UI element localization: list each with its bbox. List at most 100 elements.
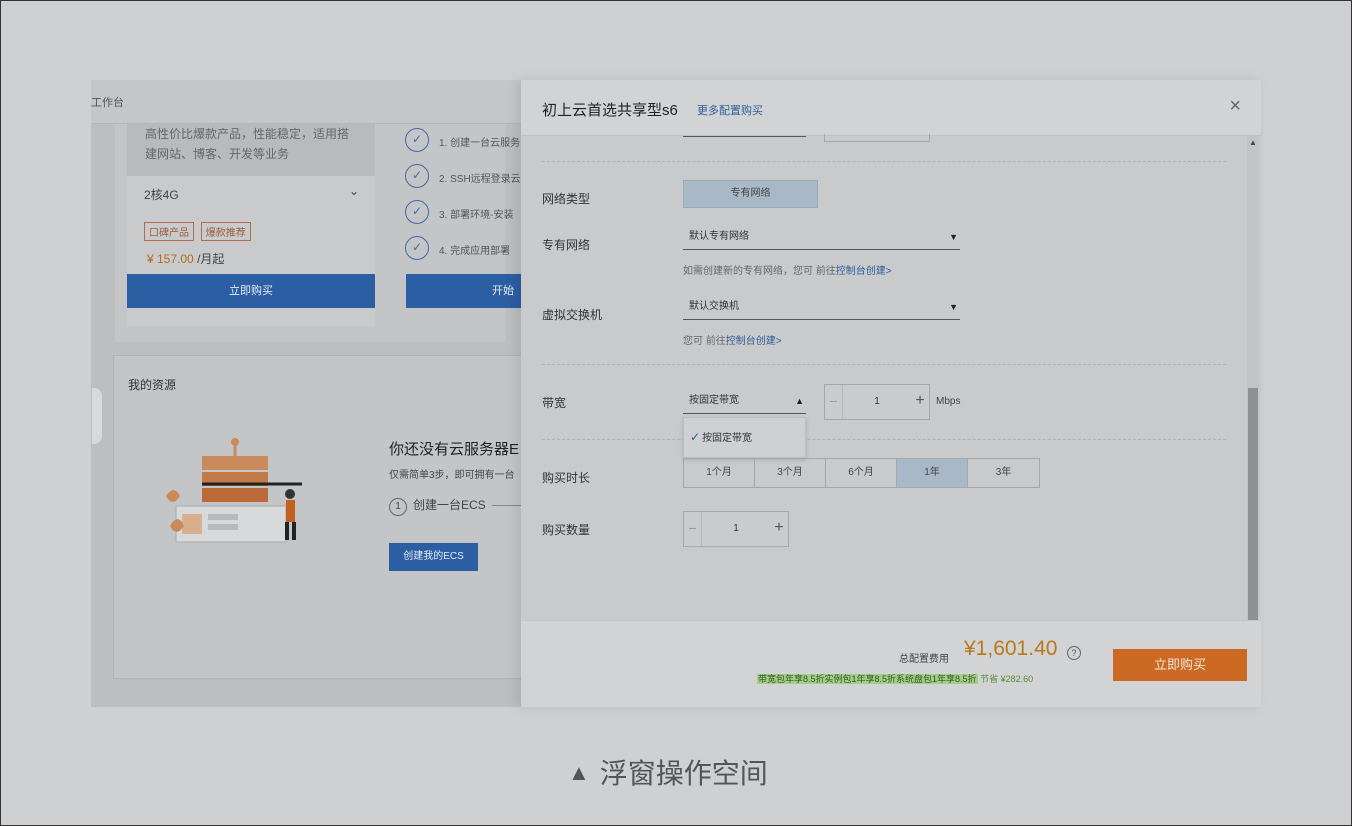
product-price: ¥ 157.00 /月起 (147, 250, 224, 267)
vswitch-hint: 您可 前往控制台创建> (683, 332, 782, 347)
check-circle-icon: ✓ (405, 200, 429, 224)
triangle-up-icon: ▲ (568, 760, 590, 785)
product-panel: 高性价比爆款产品，性能稳定，适用搭 建网站、博客、开发等业务 2核4G ⌄ 口碑… (127, 124, 375, 326)
duration-option[interactable]: 1个月 (684, 459, 755, 487)
caret-up-icon: ▲ (795, 396, 804, 406)
console-create-link[interactable]: 控制台创建> (726, 336, 782, 347)
step-item: ✓ 2. SSH远程登录云 (405, 160, 531, 196)
step-item: ✓ 1. 创建一台云服务 (405, 124, 531, 160)
step-label: 4. 完成应用部署 (439, 246, 511, 257)
chevron-down-icon: ⌄ (348, 184, 359, 198)
plus-icon[interactable]: + (911, 385, 929, 419)
total-label: 总配置费用 (899, 654, 949, 665)
duration-option[interactable]: 3年 (968, 459, 1039, 487)
resources-card: 我的资源 你还没有云服务器E 仅需简单3步，即可拥有一台 1 创建一台ECS 创建… (113, 355, 531, 679)
vswitch-select[interactable]: 默认交换机 ▼ (683, 296, 960, 320)
empty-title: 你还没有云服务器E (389, 441, 520, 458)
discount-info: 带宽包年享8.5折实例包1年享8.5折系统盘包1年享8.5折 节省 ¥282.6… (757, 672, 1033, 685)
product-card: 高性价比爆款产品，性能稳定，适用搭 建网站、博客、开发等业务 2核4G ⌄ 口碑… (115, 124, 521, 342)
scroll-thumb[interactable] (1248, 388, 1258, 620)
duration-option-selected[interactable]: 1年 (897, 459, 968, 487)
duration-selector: 1个月 3个月 6个月 1年 3年 (683, 458, 1040, 488)
resources-title: 我的资源 (128, 378, 177, 392)
buy-now-button[interactable]: 立即购买 (1113, 649, 1247, 681)
quantity-stepper[interactable]: − 1 + (683, 511, 789, 547)
duration-label: 购买时长 (542, 471, 591, 485)
bandwidth-value: 1 (874, 396, 880, 407)
total-price: ¥1,601.40 (964, 637, 1058, 660)
server-illustration-icon (166, 438, 302, 543)
bandwidth-mode-value: 按固定带宽 (689, 395, 739, 406)
purchase-drawer: 初上云首选共享型s6 更多配置购买 × 网络类型 专有网络 专有网络 默认专有网… (521, 80, 1261, 707)
bandwidth-unit: Mbps (936, 396, 961, 407)
bandwidth-stepper[interactable]: − 1 + (824, 384, 930, 420)
create-ecs-button[interactable]: 创建我的ECS (389, 543, 478, 571)
caption-text: 浮窗操作空间 (599, 758, 768, 789)
quantity-value: 1 (733, 523, 739, 534)
bandwidth-dropdown: ✓ 按固定带宽 (683, 417, 806, 458)
network-type-label: 网络类型 (542, 192, 591, 206)
drawer-footer: 总配置费用 ¥1,601.40 ? 带宽包年享8.5折实例包1年享8.5折系统盘… (521, 620, 1261, 707)
network-type-option[interactable]: 专有网络 (683, 180, 818, 208)
drawer-body: 网络类型 专有网络 专有网络 默认专有网络 ▼ 如需创建新的专有网络，您可 前往… (521, 134, 1261, 620)
step-label: 3. 部署环境-安装 (439, 210, 514, 221)
vpc-select[interactable]: 默认专有网络 ▼ (683, 226, 960, 250)
duration-option[interactable]: 6个月 (826, 459, 897, 487)
empty-subtitle: 仅需简单3步，即可拥有一台 (389, 470, 515, 481)
dropdown-option[interactable]: 按固定带宽 (702, 433, 752, 444)
step-item: ✓ 3. 部署环境-安装 (405, 196, 531, 232)
quantity-label: 购买数量 (542, 523, 591, 537)
description-line: 建网站、博客、开发等业务 (145, 147, 290, 161)
drawer-scrollbar[interactable]: ▲ (1247, 136, 1259, 620)
product-description: 高性价比爆款产品，性能稳定，适用搭 建网站、博客、开发等业务 (127, 124, 375, 176)
step-number: 1 (389, 498, 407, 516)
vpc-value: 默认专有网络 (689, 231, 749, 242)
minus-icon[interactable]: − (825, 385, 843, 419)
start-button[interactable]: 开始 (406, 274, 526, 308)
tag-list: 口碑产品 爆款推荐 (144, 222, 255, 241)
prev-stepper-edge (824, 134, 930, 142)
divider (542, 161, 1226, 162)
drawer-header: 初上云首选共享型s6 更多配置购买 × (521, 80, 1261, 136)
bandwidth-label: 带宽 (542, 396, 567, 410)
vswitch-label: 虚拟交换机 (542, 308, 603, 322)
minus-icon[interactable]: − (684, 512, 702, 546)
vpc-hint: 如需创建新的专有网络，您可 前往控制台创建> (683, 262, 892, 277)
price-value: ¥ 157.00 (147, 252, 194, 266)
plus-icon[interactable]: + (770, 512, 788, 546)
caret-down-icon: ▼ (949, 232, 958, 242)
spec-select[interactable]: 2核4G ⌄ (144, 184, 359, 203)
console-create-link[interactable]: 控制台创建> (836, 266, 892, 277)
check-circle-icon: ✓ (405, 236, 429, 260)
hint-text: 如需创建新的专有网络，您可 前往 (683, 266, 836, 277)
caption: ▲ 浮窗操作空间 (568, 752, 768, 792)
duration-option[interactable]: 3个月 (755, 459, 826, 487)
close-icon[interactable]: × (1229, 95, 1241, 118)
vpc-label: 专有网络 (542, 238, 591, 252)
scroll-up-icon[interactable]: ▲ (1249, 138, 1257, 147)
check-circle-icon: ✓ (405, 164, 429, 188)
divider (542, 364, 1226, 365)
collapse-handle[interactable] (92, 388, 102, 444)
workspace-link[interactable]: 工作台 (91, 94, 124, 110)
more-config-link[interactable]: 更多配置购买 (697, 102, 763, 118)
vswitch-value: 默认交换机 (689, 301, 739, 312)
check-icon: ✓ (690, 430, 701, 444)
step-label: 创建一台ECS (413, 498, 486, 512)
bandwidth-mode-select[interactable]: 按固定带宽 ▲ (683, 390, 806, 414)
step-label: 2. SSH远程登录云 (439, 174, 521, 185)
deploy-steps: ✓ 1. 创建一台云服务 ✓ 2. SSH远程登录云 ✓ 3. 部署环境-安装 ✓ 4.… (405, 124, 531, 268)
caret-down-icon: ▼ (949, 302, 958, 312)
spec-value: 2核4G (144, 188, 179, 202)
tag-badge: 爆款推荐 (200, 222, 251, 241)
background-console: 工作台 高性价比爆款产品，性能稳定，适用搭 建网站、博客、开发等业务 2核4G … (91, 80, 531, 707)
help-icon[interactable]: ? (1067, 646, 1081, 660)
divider (542, 439, 1226, 440)
drawer-title: 初上云首选共享型s6 (542, 102, 678, 119)
discount-text: 带宽包年享8.5折实例包1年享8.5折系统盘包1年享8.5折 (757, 674, 978, 684)
tag-badge: 口碑产品 (144, 222, 194, 241)
prev-field-underline (683, 136, 806, 137)
price-unit: /月起 (197, 252, 225, 266)
product-buy-button[interactable]: 立即购买 (127, 274, 375, 308)
ecs-step: 1 创建一台ECS (389, 496, 531, 516)
